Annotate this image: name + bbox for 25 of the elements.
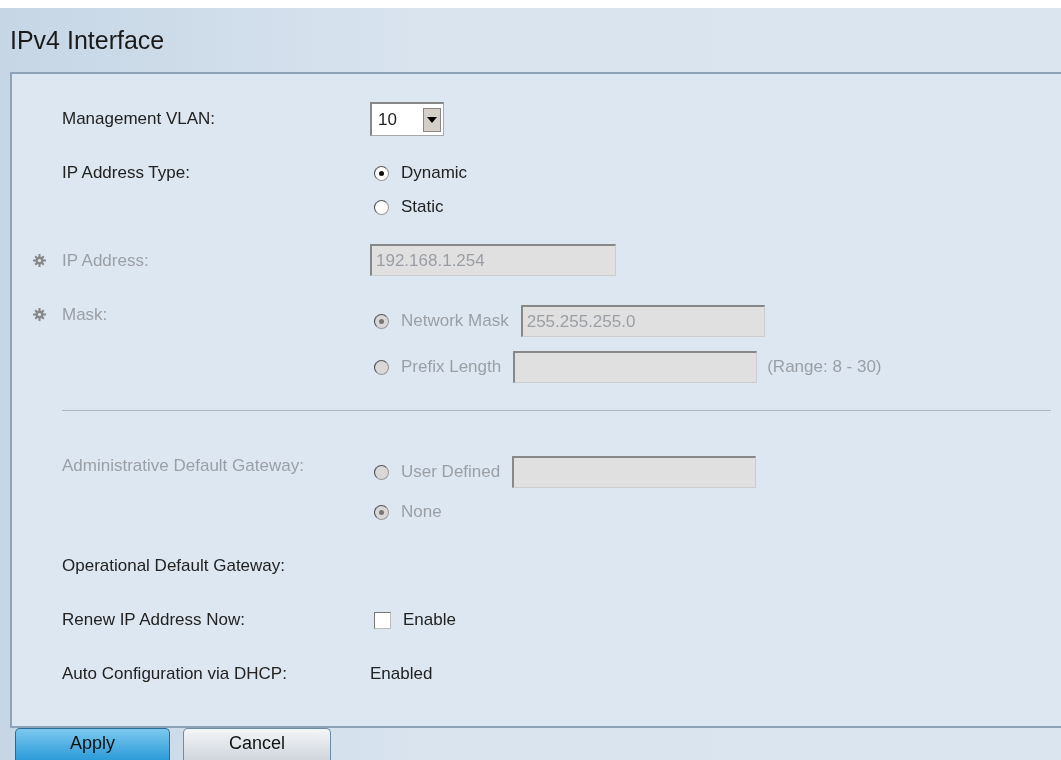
option-label: Network Mask bbox=[401, 311, 509, 331]
field-label: IP Address Type: bbox=[62, 163, 190, 183]
vlan-dropdown[interactable]: 10 bbox=[370, 102, 444, 136]
field-label: Management VLAN: bbox=[62, 109, 216, 129]
option-label: User Defined bbox=[401, 462, 501, 482]
field-label: Auto Configuration via DHCP: bbox=[62, 664, 287, 684]
range-hint: (Range: 8 - 30) bbox=[767, 357, 882, 377]
field-label: Renew IP Address Now: bbox=[62, 610, 245, 630]
checkbox[interactable] bbox=[374, 611, 391, 629]
field-label: Mask: bbox=[62, 305, 108, 325]
option-label: None bbox=[401, 502, 442, 522]
option-label: Dynamic bbox=[401, 163, 468, 183]
checkbox-label: Enable bbox=[403, 610, 456, 630]
page-title: IPv4 Interface bbox=[10, 25, 165, 55]
radio-button[interactable] bbox=[374, 199, 389, 215]
option-label: Static bbox=[401, 197, 444, 217]
caret-icon bbox=[423, 107, 441, 132]
status-value: Enabled bbox=[370, 664, 433, 684]
field-label: IP Address: bbox=[62, 251, 149, 271]
radio-button[interactable] bbox=[374, 165, 389, 181]
field-label: Operational Default Gateway: bbox=[62, 556, 285, 576]
cancel-button[interactable]: Cancel bbox=[183, 728, 331, 760]
option-label: Prefix Length bbox=[401, 357, 502, 377]
field-label: Administrative Default Gateway: bbox=[62, 456, 304, 476]
apply-button[interactable]: Apply bbox=[15, 728, 170, 760]
